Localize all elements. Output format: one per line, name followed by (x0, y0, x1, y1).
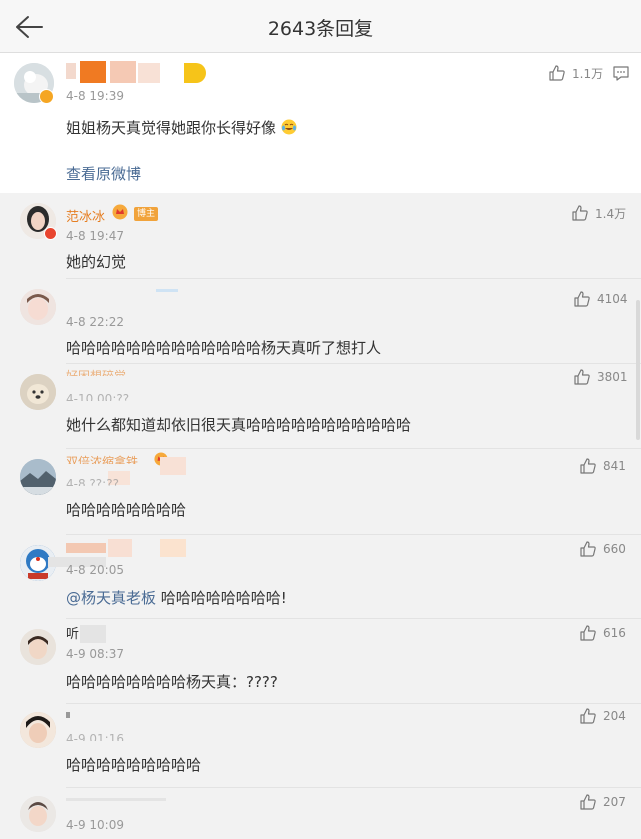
like-count: 616 (603, 626, 626, 640)
like-button[interactable]: 616 (579, 623, 626, 643)
avatar[interactable] (20, 629, 56, 665)
view-original-weibo-link[interactable]: 查看原微博 (66, 163, 141, 184)
reply-username[interactable]: 双倍浓缩拿铁 (66, 453, 138, 464)
reply-time: 4-8 22:22 (66, 315, 124, 329)
original-comment: 4-8 19:39 姐姐杨天真觉得她跟你长得好像 1.1万 查看原微博 (0, 53, 641, 193)
reply-text: 哈哈哈哈哈哈哈哈 (66, 501, 187, 519)
avatar[interactable] (20, 459, 56, 495)
reply-time: 4-8 ??:?? (66, 477, 119, 486)
avatar[interactable] (20, 374, 56, 410)
reply-item: 范冰冰 博主 4-8 19:47 她的幻觉 1.4万 (0, 193, 641, 279)
avatar-image (20, 629, 56, 665)
like-count: 4104 (597, 292, 628, 306)
username-redacted (66, 798, 166, 801)
comment-text: 姐姐杨天真觉得她跟你长得好像 (66, 117, 297, 138)
username-redacted (80, 625, 106, 643)
reply-username[interactable]: 听 (66, 623, 79, 642)
reply-text: 她的幻觉 (66, 253, 127, 271)
blogger-badge: 博主 (134, 207, 159, 221)
reply-time: 4-8 19:47 (66, 229, 124, 243)
like-button[interactable]: 204 (579, 706, 626, 726)
username-redacted (108, 539, 132, 557)
thumbs-up-icon (580, 708, 596, 724)
like-button[interactable]: 660 (579, 539, 626, 559)
thumbs-up-icon (574, 291, 590, 307)
verified-badge (39, 89, 54, 104)
username-redacted (66, 543, 106, 553)
reply-time: 4-9 10:09 (66, 818, 124, 832)
reply-text: 哈哈哈哈哈哈哈哈杨天真：???? (66, 673, 278, 691)
reply-text: @杨天真老板 哈哈哈哈哈哈哈哈! (66, 587, 287, 608)
thumbs-up-icon (580, 794, 596, 810)
thumbs-up-icon (580, 458, 596, 474)
mention-link[interactable]: @杨天真老板 (66, 589, 156, 607)
reply-time: 4-9 08:37 (66, 647, 124, 661)
avatar-image (20, 459, 56, 495)
like-button[interactable]: 841 (579, 456, 626, 476)
vip-crown-icon (112, 204, 128, 220)
reply-item: 听 4-9 08:37 哈哈哈哈哈哈哈哈杨天真：???? 616 (0, 619, 641, 704)
like-button[interactable]: 1.1万 (548, 63, 603, 83)
avatar[interactable] (20, 289, 56, 325)
reply-time: 4-9 01:16 (66, 732, 124, 741)
like-count: 1.4万 (595, 206, 627, 221)
like-button[interactable]: 3801 (573, 367, 628, 387)
laughing-tears-emoji-icon (281, 119, 297, 135)
like-count: 204 (603, 709, 626, 723)
like-button[interactable]: 207 (579, 792, 626, 812)
reply-item: 4-8 20:05 @杨天真老板 哈哈哈哈哈哈哈哈! 660 (0, 535, 641, 619)
top-bar: 2643条回复 (0, 0, 641, 53)
reply-text: 哈哈哈哈哈哈哈哈哈哈哈哈哈杨天真听了想打人 (66, 339, 382, 357)
thumbs-up-icon (574, 369, 590, 385)
reply-item: 4-9 01:16 哈哈哈哈哈哈哈哈哈 204 (0, 704, 641, 788)
reply-time: 4-8 20:05 (66, 563, 124, 577)
avatar[interactable] (20, 796, 56, 832)
avatar-image (20, 374, 56, 410)
like-button[interactable]: 4104 (573, 289, 628, 309)
like-button[interactable]: 1.4万 (571, 203, 626, 223)
reply-username[interactable]: 好困想碎觉 (66, 367, 126, 376)
username-redacted (160, 539, 186, 557)
reply-item: 好困想碎觉 4-10 00:?? 她什么都知道却依旧很天真哈哈哈哈哈哈哈哈哈哈哈… (0, 364, 641, 449)
avatar[interactable] (20, 712, 56, 748)
thumbs-up-icon (580, 625, 596, 641)
reply-item: 4-9 10:09 207 (0, 788, 641, 839)
reply-item: 双倍浓缩拿铁 4-8 ??:?? 哈哈哈哈哈哈哈哈 841 (0, 449, 641, 535)
username-redacted (66, 61, 211, 83)
like-count: 660 (603, 542, 626, 556)
like-count: 3801 (597, 370, 628, 384)
scrollbar[interactable] (636, 300, 640, 440)
page-title: 2643条回复 (267, 18, 374, 40)
comment-text-content: 姐姐杨天真觉得她跟你长得好像 (66, 119, 277, 137)
reply-item: 4-8 22:22 哈哈哈哈哈哈哈哈哈哈哈哈哈杨天真听了想打人 4104 (0, 279, 641, 364)
reply-text: 她什么都知道却依旧很天真哈哈哈哈哈哈哈哈哈哈哈 (66, 416, 412, 434)
username-redacted (160, 457, 186, 475)
thumbs-up-icon (572, 205, 588, 221)
like-count: 207 (603, 795, 626, 809)
thumbs-up-icon (580, 541, 596, 557)
reply-text: 哈哈哈哈哈哈哈哈哈 (66, 756, 202, 774)
reply-time: 4-10 00:?? (66, 392, 130, 401)
reply-text-content: 哈哈哈哈哈哈哈哈! (160, 589, 287, 607)
like-count: 1.1万 (572, 66, 604, 81)
username-redacted (66, 712, 70, 718)
username-redacted (156, 289, 178, 292)
like-count: 841 (603, 459, 626, 473)
avatar-image (20, 796, 56, 832)
verified-badge (44, 227, 57, 240)
reply-username[interactable]: 范冰冰 (66, 206, 105, 225)
thumbs-up-icon (549, 65, 565, 81)
comment-time: 4-8 19:39 (66, 89, 124, 103)
avatar-image (20, 289, 56, 325)
avatar-image (20, 712, 56, 748)
reply-comment-icon[interactable] (612, 64, 630, 82)
